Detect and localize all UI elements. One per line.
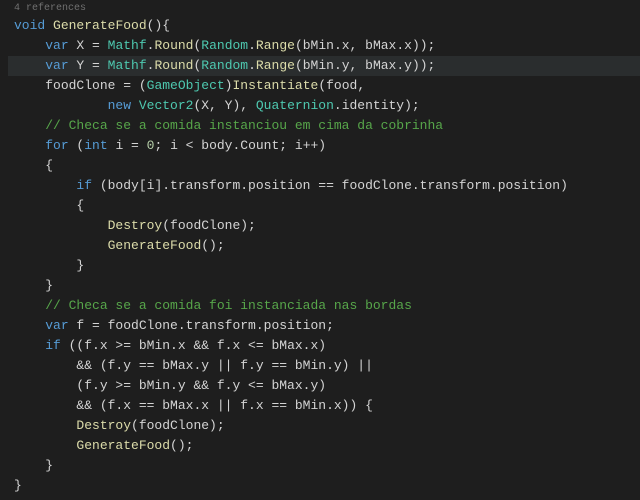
token-fn: Range <box>256 58 295 73</box>
token-kw: new <box>108 98 131 113</box>
token-op: } <box>14 478 22 493</box>
token-op: (X, Y), <box>193 98 255 113</box>
code-line[interactable]: && (f.y == bMax.y || f.y == bMin.y) || <box>8 356 640 376</box>
token-op: . <box>248 58 256 73</box>
token-type: Mathf <box>108 38 147 53</box>
token-type: Quaternion <box>256 98 334 113</box>
token-type: Random <box>201 58 248 73</box>
token-op: ((f.x >= bMin.x && f.x <= bMax.x) <box>61 338 326 353</box>
token-fn: Round <box>154 58 193 73</box>
code-line[interactable]: // Checa se a comida foi instanciada nas… <box>8 296 640 316</box>
token-type: GameObject <box>147 78 225 93</box>
token-kw: if <box>76 178 92 193</box>
token-fn: Round <box>154 38 193 53</box>
codelens-references[interactable]: 4 references <box>8 2 640 16</box>
token-fn: Destroy <box>108 218 163 233</box>
token-op: X = <box>69 38 108 53</box>
token-type: Vector2 <box>139 98 194 113</box>
token-op: (); <box>170 438 193 453</box>
token-fn: GenerateFood <box>53 18 147 33</box>
token-op: && (f.y == bMax.y || f.y == bMin.y) || <box>76 358 372 373</box>
code-line[interactable]: } <box>8 476 640 496</box>
token-op: = ( <box>115 78 146 93</box>
token-id: foodClone <box>45 78 115 93</box>
code-line[interactable]: if ((f.x >= bMin.x && f.x <= bMax.x) <box>8 336 640 356</box>
token-op: (foodClone); <box>131 418 225 433</box>
token-cmt: // Checa se a comida foi instanciada nas… <box>45 298 412 313</box>
code-line[interactable]: GenerateFood(); <box>8 236 640 256</box>
token-op: ; i < body.Count; i++) <box>154 138 326 153</box>
token-kw: var <box>45 318 68 333</box>
token-kw: var <box>45 58 68 73</box>
token-op: } <box>45 278 53 293</box>
token-op: ( <box>69 138 85 153</box>
token-fn: GenerateFood <box>76 438 170 453</box>
token-op: } <box>45 458 53 473</box>
code-line[interactable]: { <box>8 156 640 176</box>
code-line[interactable]: var X = Mathf.Round(Random.Range(bMin.x,… <box>8 36 640 56</box>
code-line[interactable]: (f.y >= bMin.y && f.y <= bMax.y) <box>8 376 640 396</box>
token-kw: var <box>45 38 68 53</box>
code-line[interactable]: && (f.x == bMax.x || f.x == bMin.x)) { <box>8 396 640 416</box>
token-op: (bMin.x, bMax.x)); <box>295 38 435 53</box>
code-line[interactable]: // Checa se a comida instanciou em cima … <box>8 116 640 136</box>
code-line[interactable]: new Vector2(X, Y), Quaternion.identity); <box>8 96 640 116</box>
token-kw: if <box>45 338 61 353</box>
token-kw: void <box>14 18 45 33</box>
token-op: .identity); <box>334 98 420 113</box>
token-op: (){ <box>147 18 170 33</box>
code-line[interactable]: } <box>8 256 640 276</box>
code-line[interactable]: var f = foodClone.transform.position; <box>8 316 640 336</box>
token-op: (body[i].transform.position == foodClone… <box>92 178 568 193</box>
code-line[interactable]: if (body[i].transform.position == foodCl… <box>8 176 640 196</box>
token-op: Y = <box>69 58 108 73</box>
code-line[interactable]: GenerateFood(); <box>8 436 640 456</box>
token-op: . <box>248 38 256 53</box>
token-fn: Instantiate <box>232 78 318 93</box>
token-op: (foodClone); <box>162 218 256 233</box>
token-op: { <box>45 158 53 173</box>
code-line[interactable]: for (int i = 0; i < body.Count; i++) <box>8 136 640 156</box>
token-op <box>131 98 139 113</box>
code-line[interactable]: Destroy(foodClone); <box>8 416 640 436</box>
code-line[interactable]: } <box>8 456 640 476</box>
token-fn: Destroy <box>76 418 131 433</box>
token-op: { <box>76 198 84 213</box>
code-editor[interactable]: 4 references void GenerateFood(){ var X … <box>0 0 640 496</box>
token-op: (food, <box>318 78 365 93</box>
code-body[interactable]: void GenerateFood(){ var X = Mathf.Round… <box>8 16 640 496</box>
token-fn: GenerateFood <box>108 238 202 253</box>
token-type: Random <box>201 38 248 53</box>
token-fn: Range <box>256 38 295 53</box>
token-op: && (f.x == bMax.x || f.x == bMin.x)) { <box>76 398 372 413</box>
token-op: (bMin.y, bMax.y)); <box>295 58 435 73</box>
token-cmt: // Checa se a comida instanciou em cima … <box>45 118 443 133</box>
token-op: (); <box>201 238 224 253</box>
code-line[interactable]: foodClone = (GameObject)Instantiate(food… <box>8 76 640 96</box>
token-kw: int <box>84 138 107 153</box>
code-line[interactable]: Destroy(foodClone); <box>8 216 640 236</box>
code-line[interactable]: var Y = Mathf.Round(Random.Range(bMin.y,… <box>8 56 640 76</box>
token-op: f = foodClone.transform.position; <box>69 318 334 333</box>
token-op: } <box>76 258 84 273</box>
token-op <box>45 18 53 33</box>
token-type: Mathf <box>108 58 147 73</box>
code-line[interactable]: { <box>8 196 640 216</box>
token-kw: for <box>45 138 68 153</box>
code-line[interactable]: } <box>8 276 640 296</box>
token-op: (f.y >= bMin.y && f.y <= bMax.y) <box>76 378 326 393</box>
code-line[interactable]: void GenerateFood(){ <box>8 16 640 36</box>
token-op: i = <box>108 138 147 153</box>
